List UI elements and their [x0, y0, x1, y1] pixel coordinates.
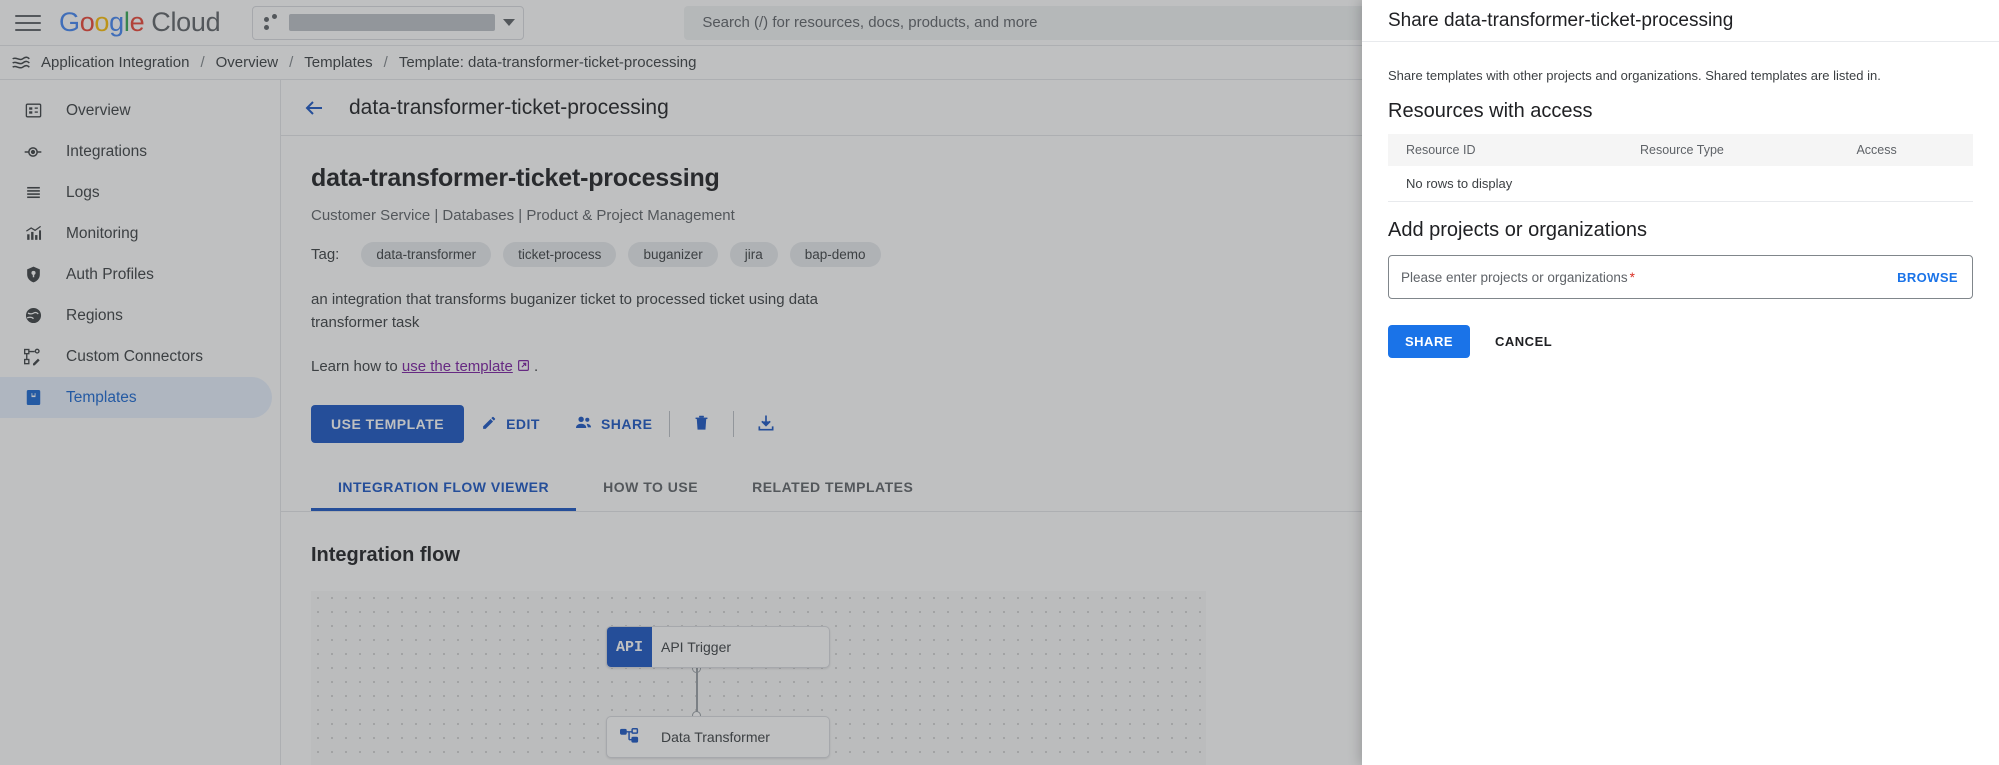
column-header-access[interactable]: Access [1838, 134, 1973, 166]
dialog-cancel-button[interactable]: CANCEL [1482, 325, 1565, 358]
resources-with-access-heading: Resources with access [1388, 100, 1973, 123]
table-header-row: Resource ID Resource Type Access [1388, 134, 1973, 166]
app-root: GoogleCloud Search (/) for resources, do… [0, 0, 1999, 765]
dialog-share-button[interactable]: SHARE [1388, 325, 1470, 358]
empty-message: No rows to display [1388, 166, 1973, 202]
browse-button[interactable]: BROWSE [1897, 270, 1958, 285]
modal-scrim[interactable] [0, 0, 1362, 765]
dialog-title: Share data-transformer-ticket-processing [1362, 0, 1999, 42]
share-dialog: Share data-transformer-ticket-processing… [1362, 0, 1999, 765]
projects-input-row[interactable]: Please enter projects or organizations* … [1388, 255, 1973, 299]
column-header-resource-id[interactable]: Resource ID [1388, 134, 1622, 166]
add-projects-heading: Add projects or organizations [1388, 219, 1973, 242]
table-empty-row: No rows to display [1388, 166, 1973, 202]
projects-input-placeholder: Please enter projects or organizations [1401, 270, 1628, 285]
column-header-resource-type[interactable]: Resource Type [1622, 134, 1838, 166]
resources-table: Resource ID Resource Type Access No rows… [1388, 134, 1973, 202]
dialog-actions: SHARE CANCEL [1388, 325, 1973, 358]
projects-input[interactable]: Please enter projects or organizations* [1401, 270, 1897, 285]
dialog-description: Share templates with other projects and … [1388, 68, 1973, 83]
dialog-body: Share templates with other projects and … [1362, 42, 1999, 358]
required-asterisk: * [1630, 270, 1635, 285]
